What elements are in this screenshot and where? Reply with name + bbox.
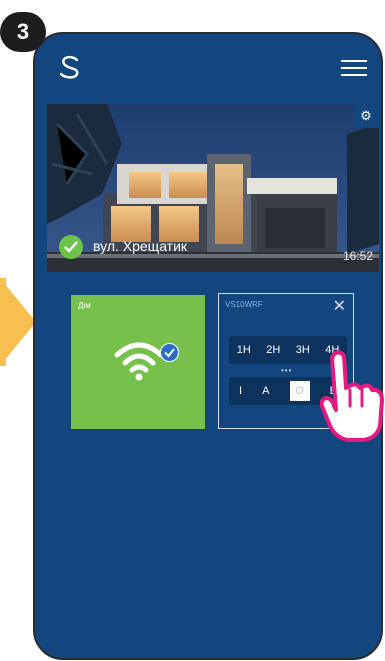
pointing-hand-icon — [320, 350, 384, 442]
step-arrow — [0, 278, 36, 366]
device-name: VS10WRF — [225, 300, 263, 309]
phone-frame: ⚙ вул. Хрещатик 16:52 Дім VS10WRF ✕ 1H 2… — [33, 32, 383, 660]
location-name: вул. Хрещатик — [93, 238, 188, 254]
wifi-gateway-tile[interactable]: Дім — [71, 295, 205, 429]
wifi-icon — [114, 342, 164, 381]
location-time: 16:52 — [342, 249, 373, 263]
salus-logo-icon — [59, 55, 79, 79]
page-dots: ••• — [281, 366, 293, 375]
settings-gear-icon[interactable]: ⚙ — [353, 104, 379, 128]
tile-label: Дім — [78, 301, 91, 310]
hamburger-menu-icon[interactable] — [341, 60, 367, 78]
timer-option[interactable]: 2H — [266, 344, 280, 356]
mode-option[interactable]: A — [262, 385, 269, 397]
location-online-check-icon — [59, 235, 83, 259]
location-card[interactable]: ⚙ вул. Хрещатик 16:52 — [47, 104, 379, 272]
timer-option[interactable]: 3H — [296, 344, 310, 356]
step-badge: 3 — [0, 12, 46, 52]
mode-option[interactable]: I — [239, 385, 242, 397]
mode-option-selected[interactable]: O — [289, 381, 310, 401]
close-icon[interactable]: ✕ — [333, 296, 346, 316]
app-header — [35, 34, 381, 104]
connected-check-icon — [160, 343, 179, 362]
timer-option[interactable]: 1H — [237, 344, 251, 356]
